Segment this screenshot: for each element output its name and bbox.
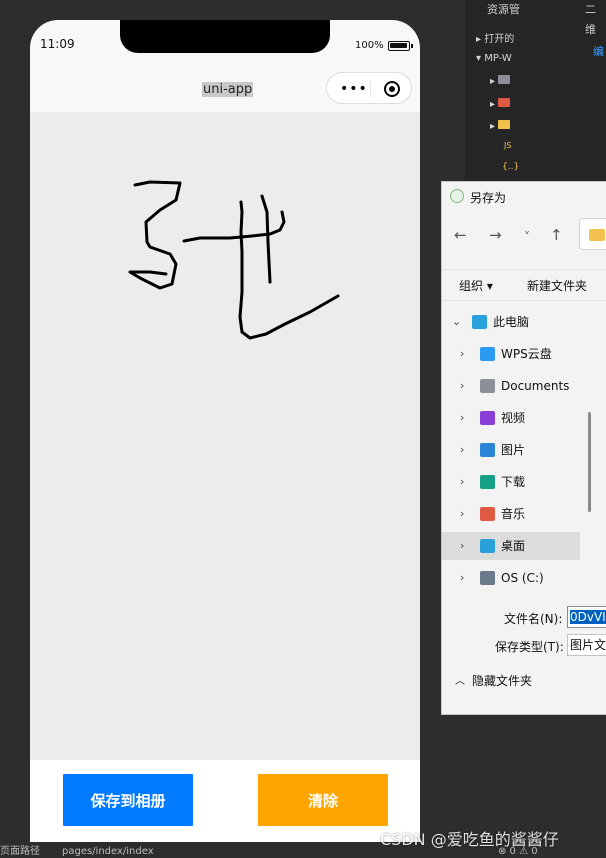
close-target-icon[interactable] xyxy=(384,81,400,97)
desktop-icon xyxy=(480,539,495,553)
tree-item-label: 图片 xyxy=(501,443,526,457)
stroke-3 xyxy=(238,200,340,340)
more-dots-icon[interactable]: ••• xyxy=(340,82,368,96)
tree-item-label: OS (C:) xyxy=(501,571,544,585)
tree-scrollbar[interactable] xyxy=(588,412,591,512)
battery-fill xyxy=(390,43,407,48)
tab-resource-manager[interactable]: 资源管 xyxy=(487,0,520,20)
tree-open-editors[interactable]: ▸ 打开的 xyxy=(476,30,514,45)
forward-arrow-icon[interactable]: → xyxy=(489,226,502,244)
status-time: 11:09 xyxy=(40,37,75,51)
hide-folders-label: 隐藏文件夹 xyxy=(472,674,533,688)
folder-red-icon xyxy=(498,98,511,107)
save-as-dialog: 另存为 ← → ˅ ↑ 组织 ▾ 新建文件夹 ⌄ 此电脑 › WPS云盘 › Docume… xyxy=(441,181,606,715)
phone-simulator: 11:09 100% uni-app ••• 保存到相册 清除 xyxy=(30,20,420,842)
back-arrow-icon[interactable]: ← xyxy=(454,226,467,244)
tree-item[interactable]: › 下载 xyxy=(442,468,580,496)
stroke-1 xyxy=(128,180,182,290)
chevron-right-icon[interactable]: › xyxy=(460,564,464,592)
dialog-titlebar[interactable]: 另存为 xyxy=(442,182,606,212)
tree-project-label: MP-W xyxy=(484,53,512,64)
recent-dropdown-icon[interactable]: ˅ xyxy=(524,230,530,244)
tree-item[interactable]: › 桌面 xyxy=(442,532,580,560)
computer-icon xyxy=(472,315,487,329)
video-icon xyxy=(480,411,495,425)
battery-percent: 100% xyxy=(355,40,384,51)
tree-item[interactable]: › 图片 xyxy=(442,436,580,464)
signature-canvas[interactable] xyxy=(30,112,420,760)
page-path-label: 页面路径 xyxy=(0,846,40,857)
cloud-icon xyxy=(480,347,495,361)
tree-item[interactable]: › OS (C:) xyxy=(442,564,580,592)
filename-input[interactable]: 0DvVI xyxy=(567,606,606,628)
tree-item-label: WPS云盘 xyxy=(501,347,552,361)
filename-label: 文件名(N): xyxy=(504,612,563,626)
tree-item-label: 下载 xyxy=(501,475,526,489)
pictures-icon xyxy=(480,443,495,457)
battery-cap xyxy=(411,44,413,48)
location-bar[interactable] xyxy=(579,218,606,250)
signature-drawing xyxy=(128,180,340,340)
nav-title: uni-app xyxy=(202,82,254,97)
folder-yellow-icon xyxy=(498,120,511,129)
tree-item-label: Documents xyxy=(501,379,570,393)
dialog-toolbar: 组织 ▾ 新建文件夹 xyxy=(442,269,606,301)
tree-folder-row[interactable]: ▸ xyxy=(490,75,511,87)
filetype-value: 图片文 xyxy=(570,638,606,652)
chevron-right-icon[interactable]: › xyxy=(460,340,464,368)
chevron-right-icon[interactable]: › xyxy=(460,404,464,432)
up-arrow-icon[interactable]: ↑ xyxy=(550,226,563,244)
clear-button[interactable]: 清除 xyxy=(258,774,388,826)
tree-item-label: 音乐 xyxy=(501,507,526,521)
ide-sidebar: 资源管 二维 编 xyxy=(465,0,606,190)
tree-item[interactable]: › 视频 xyxy=(442,404,580,432)
tree-item-label: 此电脑 xyxy=(493,315,530,329)
music-icon xyxy=(480,507,495,521)
save-to-album-button[interactable]: 保存到相册 xyxy=(63,774,193,826)
edit-link[interactable]: 编 xyxy=(593,42,604,62)
battery-icon xyxy=(388,41,410,51)
organize-menu[interactable]: 组织 ▾ xyxy=(459,277,493,294)
capsule-divider xyxy=(370,81,371,97)
bottom-action-bar: 保存到相册 清除 xyxy=(30,760,420,842)
page-path[interactable]: pages/index/index xyxy=(62,845,154,858)
capsule-menu[interactable]: ••• xyxy=(326,72,412,104)
stroke-4 xyxy=(260,194,272,284)
documents-icon xyxy=(480,379,495,393)
tree-item[interactable]: › 音乐 xyxy=(442,500,580,528)
tree-item[interactable]: › WPS云盘 xyxy=(442,340,580,368)
drive-icon xyxy=(480,571,495,585)
chevron-right-icon[interactable]: › xyxy=(460,500,464,528)
chevron-up-icon: ︿ xyxy=(455,676,465,687)
tree-item[interactable]: › Documents xyxy=(442,372,580,400)
filetype-select[interactable]: 图片文 xyxy=(567,634,606,656)
dialog-title: 另存为 xyxy=(470,191,507,205)
js-file-icon[interactable]: JS xyxy=(504,141,511,150)
json-file-icon[interactable]: {..} xyxy=(502,162,519,172)
phone-notch xyxy=(120,20,330,53)
watermark: CSDN @爱吃鱼的酱酱仔 xyxy=(380,830,559,849)
chevron-right-icon[interactable]: › xyxy=(460,532,464,560)
tree-item[interactable]: ⌄ 此电脑 xyxy=(442,308,580,336)
tree-project[interactable]: ▾ MP-W xyxy=(476,53,512,64)
folder-icon xyxy=(498,75,511,84)
chevron-right-icon[interactable]: › xyxy=(460,468,464,496)
chevron-right-icon[interactable]: › xyxy=(460,436,464,464)
navigation-tree: ⌄ 此电脑 › WPS云盘 › Documents › 视频 › 图片 › 下载 › 音乐 › 桌面 › OS (… xyxy=(442,308,582,598)
filename-value: 0DvVI xyxy=(570,610,606,624)
tree-open-label: 打开的 xyxy=(484,34,515,45)
app-icon xyxy=(450,189,464,203)
filetype-label: 保存类型(T): xyxy=(495,640,564,654)
tree-folder-row-2[interactable]: ▸ xyxy=(490,98,511,110)
folder-icon xyxy=(589,229,605,241)
tree-item-label: 桌面 xyxy=(501,539,526,553)
chevron-right-icon[interactable]: › xyxy=(460,372,464,400)
tree-item-label: 视频 xyxy=(501,411,526,425)
new-folder-button[interactable]: 新建文件夹 xyxy=(527,277,587,294)
chevron-down-icon[interactable]: ⌄ xyxy=(452,308,461,336)
download-icon xyxy=(480,475,495,489)
tab-qrcode[interactable]: 二维 xyxy=(585,0,606,36)
tree-folder-row-3[interactable]: ▸ xyxy=(490,120,511,132)
